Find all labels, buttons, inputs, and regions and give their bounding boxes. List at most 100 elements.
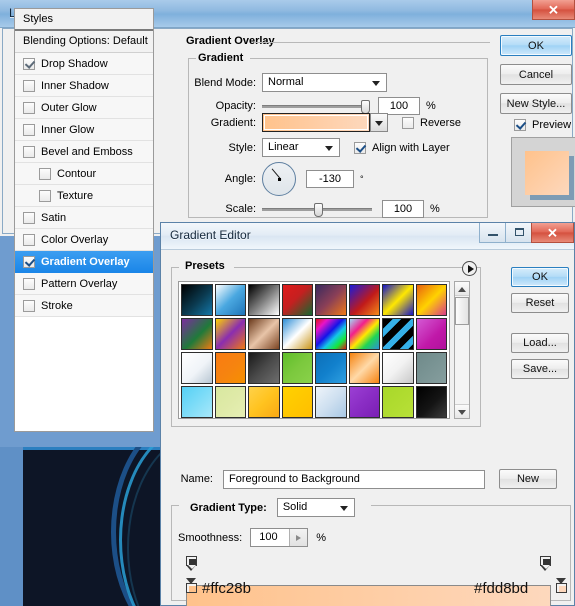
- preview-checkbox[interactable]: [514, 119, 526, 131]
- preset-swatch-blue-to-gold[interactable]: [281, 318, 313, 350]
- opacity-slider-thumb[interactable]: [361, 100, 370, 114]
- preset-swatch-blue-black-stripes[interactable]: [382, 318, 414, 350]
- preset-swatch-white-steel[interactable]: [181, 352, 213, 384]
- gradient-editor-reset-button[interactable]: Reset: [511, 293, 569, 313]
- smoothness-spinner-icon[interactable]: [289, 529, 308, 546]
- style-checkbox[interactable]: [23, 123, 35, 136]
- new-style-button[interactable]: New Style...: [500, 93, 572, 114]
- style-checkbox[interactable]: [23, 79, 35, 92]
- presets-menu-icon[interactable]: [462, 261, 477, 276]
- gradient-stop-left[interactable]: [186, 556, 197, 571]
- style-row-stroke[interactable]: Stroke: [15, 295, 153, 317]
- preset-swatch-violet-orange[interactable]: [315, 284, 347, 316]
- style-row-satin[interactable]: Satin: [15, 207, 153, 229]
- preset-swatch-lime[interactable]: [382, 386, 414, 418]
- blending-options-row[interactable]: Blending Options: Default: [15, 31, 153, 53]
- preset-swatch-green[interactable]: [281, 352, 313, 384]
- scale-slider[interactable]: [262, 201, 372, 217]
- blend-mode-select[interactable]: Normal: [262, 73, 387, 92]
- presets-swatch-grid[interactable]: [178, 281, 450, 419]
- preset-swatch-violet-green-orange[interactable]: [181, 318, 213, 350]
- maximize-icon[interactable]: [505, 223, 532, 243]
- gradient-stop-bottom-left[interactable]: [186, 578, 197, 593]
- preset-swatch-gold[interactable]: [281, 386, 313, 418]
- preset-swatch-spectrum[interactable]: [315, 318, 347, 350]
- style-row-color-overlay[interactable]: Color Overlay: [15, 229, 153, 251]
- layer-style-close-icon[interactable]: ✕: [532, 0, 575, 20]
- preset-swatch-slate[interactable]: [415, 352, 447, 384]
- preset-swatch-white-silver[interactable]: [382, 352, 414, 384]
- style-checkbox[interactable]: [39, 167, 51, 180]
- gradient-name-input[interactable]: Foreground to Background: [223, 469, 485, 489]
- preset-swatch-pale-blue[interactable]: [315, 386, 347, 418]
- preset-swatch-yellow-orange[interactable]: [248, 386, 280, 418]
- style-checkbox[interactable]: [23, 145, 35, 158]
- gradient-picker-button[interactable]: [370, 113, 388, 132]
- scale-value-field[interactable]: 100: [382, 200, 424, 218]
- style-checkbox[interactable]: [39, 189, 51, 202]
- align-with-layer-checkbox[interactable]: [354, 141, 366, 154]
- close-icon[interactable]: ✕: [531, 223, 574, 243]
- layer-style-ok-button[interactable]: OK: [500, 35, 572, 56]
- styles-list[interactable]: Styles Blending Options: Default Drop Sh…: [14, 8, 154, 432]
- preset-swatch-black-fade[interactable]: [415, 386, 447, 418]
- smoothness-field[interactable]: 100: [250, 528, 309, 547]
- presets-scrollbar[interactable]: [454, 281, 470, 419]
- scrollbar-thumb[interactable]: [455, 297, 469, 325]
- preset-swatch-blue[interactable]: [315, 352, 347, 384]
- preset-swatch-blue-red-orange[interactable]: [348, 284, 380, 316]
- preset-swatch-yellow-purple-orange[interactable]: [214, 318, 246, 350]
- style-checkbox[interactable]: [23, 299, 35, 312]
- style-row-outer-glow[interactable]: Outer Glow: [15, 97, 153, 119]
- gradient-editor-save-button[interactable]: Save...: [511, 359, 569, 379]
- gradient-editor-titlebar[interactable]: Gradient Editor ✕: [161, 223, 574, 250]
- preset-swatch-cyan[interactable]: [181, 386, 213, 418]
- style-row-gradient-overlay[interactable]: Gradient Overlay: [15, 251, 153, 273]
- style-row-pattern-overlay[interactable]: Pattern Overlay: [15, 273, 153, 295]
- scroll-up-icon[interactable]: [455, 282, 469, 296]
- angle-value-field[interactable]: -130: [306, 170, 354, 188]
- style-checkbox[interactable]: [23, 211, 35, 224]
- preset-swatch-purple[interactable]: [348, 386, 380, 418]
- style-checkbox[interactable]: [23, 277, 35, 290]
- layer-style-cancel-button[interactable]: Cancel: [500, 64, 572, 85]
- scroll-down-icon[interactable]: [455, 404, 469, 418]
- gradient-editor-ok-button[interactable]: OK: [511, 267, 569, 287]
- style-row-inner-shadow[interactable]: Inner Shadow: [15, 75, 153, 97]
- minimize-icon[interactable]: [479, 223, 506, 243]
- style-row-bevel-and-emboss[interactable]: Bevel and Emboss: [15, 141, 153, 163]
- style-checkbox[interactable]: [23, 255, 35, 268]
- preset-swatch-blue-checker[interactable]: [214, 284, 246, 316]
- style-row-drop-shadow[interactable]: Drop Shadow: [15, 53, 153, 75]
- angle-dial[interactable]: [262, 162, 296, 196]
- preset-swatch-dark-steel[interactable]: [248, 352, 280, 384]
- gradient-type-select[interactable]: Solid: [276, 498, 355, 517]
- gradient-preview-swatch[interactable]: [262, 113, 370, 132]
- style-checkbox[interactable]: [23, 233, 35, 246]
- gradient-stop-right[interactable]: [540, 556, 551, 571]
- preset-swatch-copper[interactable]: [248, 318, 280, 350]
- preset-swatch-orange-yellow[interactable]: [415, 284, 447, 316]
- preset-swatch-orange-cream[interactable]: [348, 352, 380, 384]
- preset-swatch-magenta[interactable]: [415, 318, 447, 350]
- preset-swatch-transparent-rainbow[interactable]: [348, 318, 380, 350]
- opacity-slider[interactable]: [262, 98, 370, 114]
- style-checkbox[interactable]: [23, 101, 35, 114]
- reverse-checkbox[interactable]: [402, 116, 414, 129]
- scale-slider-thumb[interactable]: [314, 203, 323, 217]
- style-row-texture[interactable]: Texture: [15, 185, 153, 207]
- left-stop-hex-label: #ffc28b: [202, 580, 251, 597]
- gradient-editor-load-button[interactable]: Load...: [511, 333, 569, 353]
- gradient-stop-bottom-right[interactable]: [556, 578, 567, 593]
- preset-swatch-red-green[interactable]: [281, 284, 313, 316]
- new-gradient-button[interactable]: New: [499, 469, 557, 489]
- preset-swatch-orange[interactable]: [214, 352, 246, 384]
- style-row-contour[interactable]: Contour: [15, 163, 153, 185]
- preset-swatch-black-teal[interactable]: [181, 284, 213, 316]
- preset-swatch-blue-yellow-blue[interactable]: [382, 284, 414, 316]
- preset-swatch-black-white[interactable]: [248, 284, 280, 316]
- style-select[interactable]: Linear: [262, 138, 340, 157]
- preset-swatch-pale-lime[interactable]: [214, 386, 246, 418]
- style-checkbox[interactable]: [23, 57, 35, 70]
- style-row-inner-glow[interactable]: Inner Glow: [15, 119, 153, 141]
